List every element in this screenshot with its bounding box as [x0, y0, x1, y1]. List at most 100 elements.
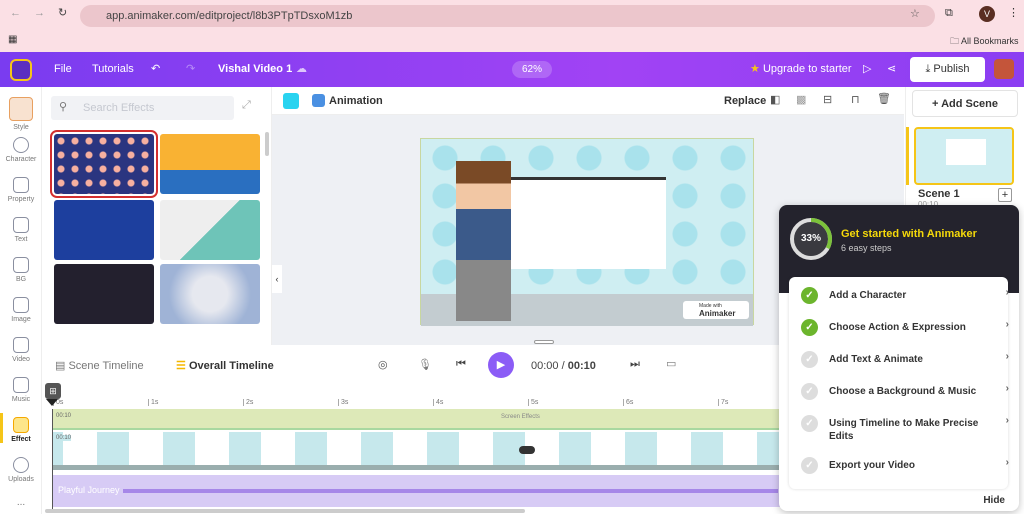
effect-thumb-emoji[interactable] [54, 200, 154, 260]
canvas-resize-handle[interactable] [534, 340, 554, 344]
preview-icon[interactable]: ▷ [863, 52, 871, 87]
animaker-logo[interactable] [10, 59, 32, 81]
add-scene-plus-button[interactable]: + [998, 188, 1012, 202]
back-icon[interactable]: ← [10, 7, 21, 19]
time-ruler[interactable]: 0s 1s 2s 3s 4s 5s 6s 7s [53, 399, 780, 409]
redo-icon[interactable]: ↷ [186, 52, 195, 87]
projector-screen[interactable] [509, 177, 666, 269]
effect-thumb-circle[interactable] [160, 264, 260, 324]
step-label: Export your Video [829, 460, 915, 471]
fit-timeline-icon[interactable]: ⊞ [45, 383, 61, 399]
expand-icon[interactable]: ⤢ [242, 99, 251, 112]
check-icon: ✓ [801, 351, 818, 368]
publish-button[interactable]: ⤓ Publish [910, 57, 985, 82]
scene-stage[interactable]: Made with Animaker [420, 138, 754, 326]
audio-track[interactable]: Playful Journey [53, 475, 780, 507]
sidebar-item-text[interactable]: Text [0, 217, 42, 243]
sidebar-label: Property [7, 196, 35, 203]
subtitles-icon[interactable]: ▭ [666, 357, 676, 370]
sidebar-item-style[interactable]: Style [0, 97, 42, 131]
sidebar-item-more[interactable]: ... [0, 497, 42, 508]
overall-timeline-tab[interactable]: ☰ Overall Timeline [176, 359, 274, 372]
add-scene-button[interactable]: + Add Scene [912, 90, 1018, 117]
animaker-watermark: Made with Animaker [683, 301, 749, 319]
chevron-right-icon: › [1005, 457, 1009, 468]
sidebar-item-character[interactable]: Character [0, 137, 42, 163]
sidebar-item-uploads[interactable]: Uploads [0, 457, 42, 483]
sidebar-label: Uploads [8, 476, 34, 483]
share-icon[interactable]: ⋖ [887, 52, 896, 87]
screen-record-icon[interactable]: ◎ [378, 358, 388, 371]
effect-thumb-hearts[interactable] [54, 264, 154, 324]
effects-panel: ⚲ Search Effects ⤢ [42, 87, 272, 345]
sidebar-item-bg[interactable]: BG [0, 257, 42, 283]
sidebar-item-music[interactable]: Music [0, 377, 42, 403]
panel-scrollbar[interactable] [265, 132, 269, 156]
sidebar-label: Text [14, 236, 28, 243]
track-handle[interactable] [519, 446, 535, 454]
collapse-panel-icon[interactable]: ‹ [272, 265, 282, 293]
search-input[interactable]: ⚲ Search Effects [51, 96, 234, 120]
sidebar-label: Character [5, 156, 37, 163]
sidebar-item-video[interactable]: Video [0, 337, 42, 363]
all-bookmarks[interactable]: 🗀 All Bookmarks [950, 34, 1019, 50]
sidebar-item-image[interactable]: Image [0, 297, 42, 323]
menu-icon[interactable]: ⋮ [1008, 6, 1019, 19]
effect-thumb-shapes[interactable] [160, 200, 260, 260]
scene-name[interactable]: Scene 1 [918, 188, 960, 200]
scene-track[interactable]: 00:10 [53, 432, 780, 470]
microphone-icon[interactable]: 🎙 [418, 358, 432, 371]
effect-thumb-confetti[interactable] [160, 134, 260, 194]
property-icon [13, 177, 29, 193]
reload-icon[interactable]: ↻ [58, 6, 67, 19]
skip-forward-icon[interactable]: ⏭ [630, 358, 640, 371]
flip-icon[interactable]: ◧ [770, 93, 780, 106]
color-swatch[interactable] [283, 93, 299, 109]
chevron-right-icon: › [1005, 383, 1009, 394]
screen-effects-track[interactable]: 00:10 Screen Effects [53, 409, 780, 430]
star-icon[interactable]: ☆ [910, 7, 920, 20]
total-time: 00:10 [567, 360, 596, 372]
scene-thumbnail[interactable] [914, 127, 1014, 185]
lock-icon[interactable]: ⊓ [851, 93, 860, 106]
replace-button[interactable]: Replace [724, 95, 766, 107]
address-bar[interactable]: app.animaker.com/editproject/l8b3PTpTDsx… [80, 5, 935, 27]
scene-timeline-tab[interactable]: ▤ Scene Timeline [55, 359, 144, 372]
file-menu[interactable]: File [54, 52, 72, 87]
tutorials-menu[interactable]: Tutorials [92, 52, 134, 87]
sidebar-item-effect[interactable]: Effect [0, 413, 42, 443]
project-title[interactable]: Vishal Video 1 [218, 52, 292, 87]
ruler-tick: 2s [243, 399, 253, 406]
animation-button[interactable]: Animation [329, 95, 383, 107]
transparency-icon[interactable]: ▩ [796, 93, 806, 106]
animation-icon [312, 94, 325, 107]
effect-icon [13, 417, 29, 433]
timeline: ▤ Scene Timeline ☰ Overall Timeline ◎ 🎙 … [42, 345, 780, 514]
effect-thumb-dots[interactable] [50, 130, 158, 198]
current-time: 00:00 [531, 360, 559, 372]
profile-avatar[interactable]: V [979, 6, 995, 22]
hide-button[interactable]: Hide [983, 495, 1005, 506]
extensions-icon[interactable]: ⧉ [945, 7, 953, 20]
sidebar-item-property[interactable]: Property [0, 177, 42, 203]
tab-label: Overall Timeline [188, 360, 274, 372]
layer-icon[interactable]: ⊟ [823, 93, 832, 106]
playhead[interactable] [46, 399, 58, 406]
check-icon: ✓ [801, 383, 818, 400]
sidebar-label: Video [12, 356, 30, 363]
step-label: Choose Action & Expression [829, 322, 966, 333]
tab-label: Scene Timeline [68, 360, 144, 372]
upgrade-link[interactable]: ★ Upgrade to starter [750, 52, 852, 87]
character[interactable] [456, 161, 511, 321]
play-button[interactable]: ▶ [488, 352, 514, 378]
timeline-scrollbar[interactable] [45, 509, 525, 513]
delete-icon[interactable]: 🗑 [877, 92, 891, 105]
zoom-dropdown[interactable]: 62% [512, 61, 552, 78]
apps-icon[interactable]: ▦ [8, 34, 17, 45]
user-avatar[interactable] [994, 59, 1014, 79]
undo-icon[interactable]: ↶ [151, 52, 160, 87]
forward-icon[interactable]: → [34, 7, 45, 19]
left-sidebar: Style Character Property Text BG Image V… [0, 87, 42, 514]
step-label: Add a Character [829, 290, 907, 301]
skip-back-icon[interactable]: ⏮ [456, 358, 466, 371]
